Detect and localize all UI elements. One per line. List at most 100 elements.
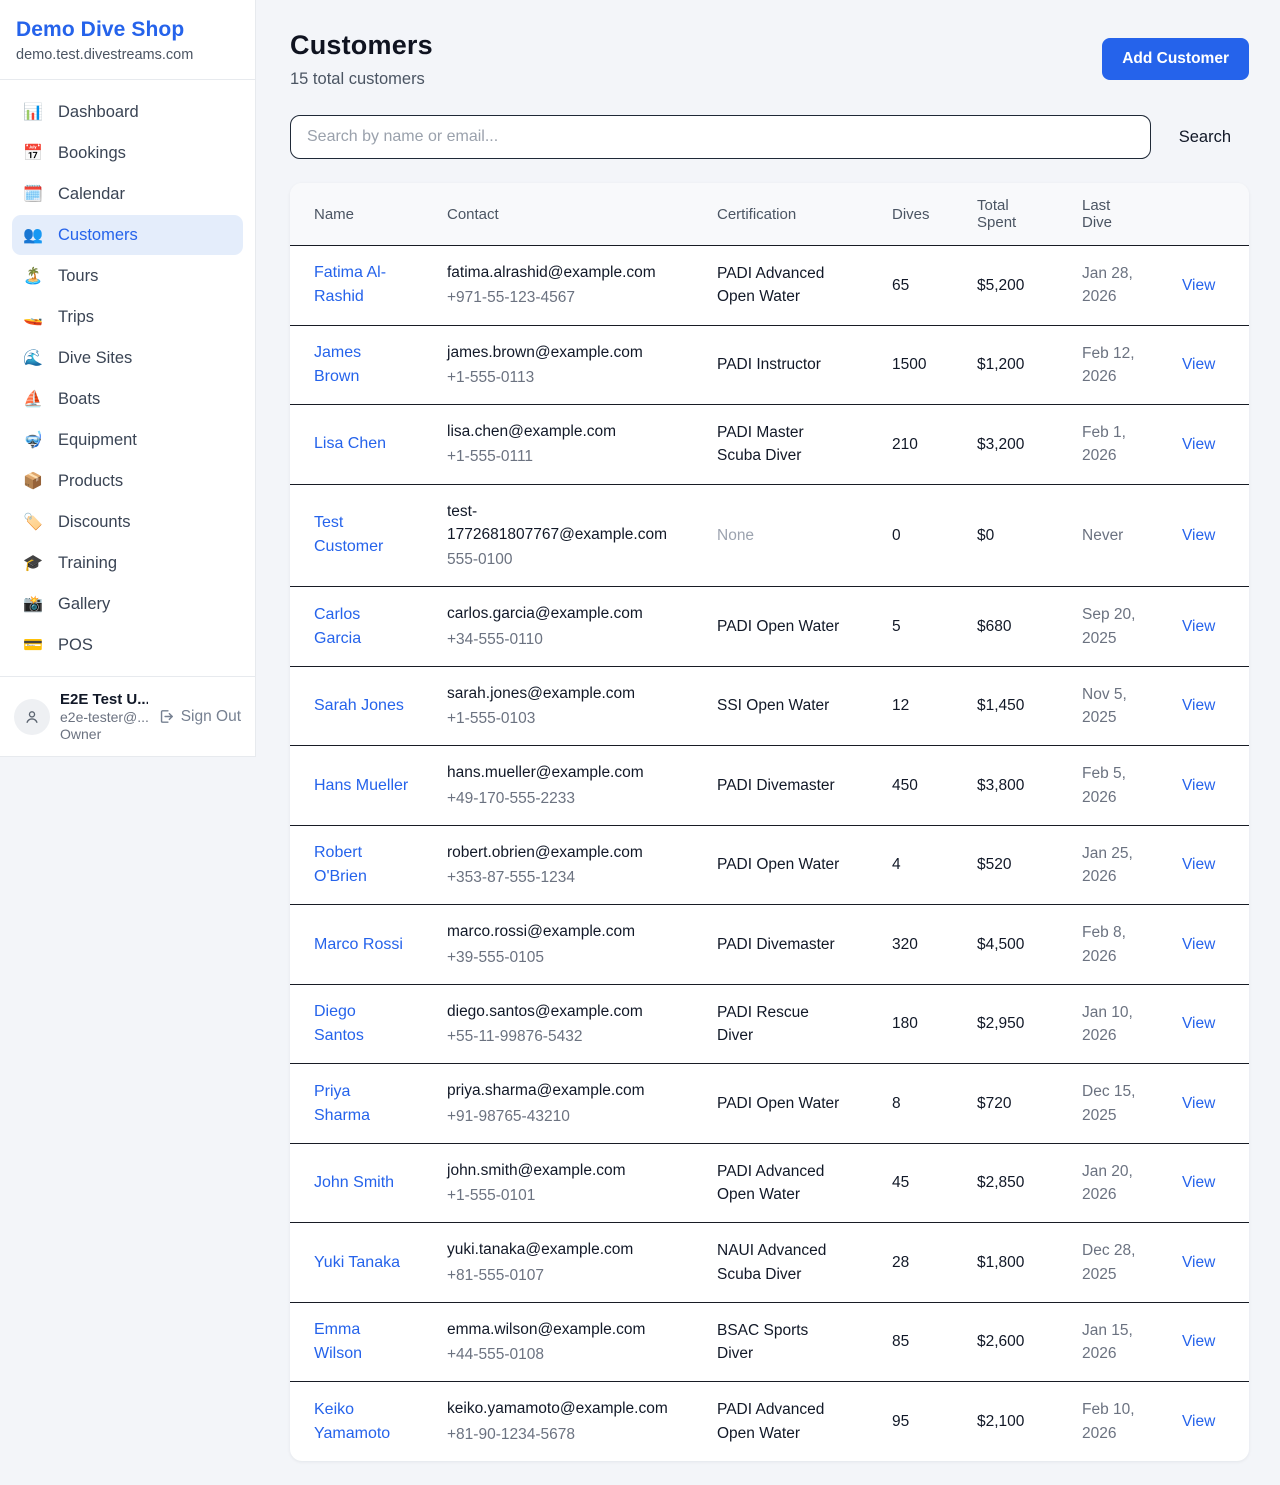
sidebar-item-calendar[interactable]: 🗓️ Calendar <box>12 174 243 214</box>
view-customer-link[interactable]: View <box>1182 1413 1215 1430</box>
customer-certification: None <box>717 524 842 547</box>
view-customer-link[interactable]: View <box>1182 618 1215 635</box>
table-row: Robert O'Brien robert.obrien@example.com… <box>290 825 1249 905</box>
view-customer-link[interactable]: View <box>1182 777 1215 794</box>
view-customer-link[interactable]: View <box>1182 436 1215 453</box>
cell-dives: 1500 <box>880 325 965 405</box>
customer-name-link[interactable]: Lisa Chen <box>314 432 386 456</box>
sidebar-item-label: Equipment <box>58 431 137 450</box>
view-customer-link[interactable]: View <box>1182 936 1215 953</box>
customer-name-link[interactable]: James Brown <box>314 341 410 389</box>
view-customer-link[interactable]: View <box>1182 856 1215 873</box>
sidebar-item-pos[interactable]: 💳 POS <box>12 625 243 665</box>
cell-contact: keiko.yamamoto@example.com +81-90-1234-5… <box>435 1382 705 1461</box>
logout-icon <box>158 708 175 725</box>
customer-name-link[interactable]: Sarah Jones <box>314 694 404 718</box>
cell-total-spent: $4,500 <box>965 905 1070 985</box>
cell-name: Hans Mueller <box>290 746 435 826</box>
customer-dives: 85 <box>892 1333 909 1350</box>
customer-last-dive: Jan 15, 2026 <box>1082 1322 1133 1362</box>
sidebar-item-boats[interactable]: ⛵ Boats <box>12 379 243 419</box>
view-customer-link[interactable]: View <box>1182 527 1215 544</box>
cell-actions: View <box>1170 405 1249 485</box>
cell-total-spent: $2,850 <box>965 1143 1070 1223</box>
customer-name-link[interactable]: John Smith <box>314 1171 394 1195</box>
customer-name-link[interactable]: Hans Mueller <box>314 774 408 798</box>
customer-phone: 555-0100 <box>447 548 693 571</box>
customer-phone: +1-555-0101 <box>447 1184 693 1207</box>
customer-last-dive: Nov 5, 2025 <box>1082 686 1127 726</box>
nav-icon: ⛵ <box>22 389 44 409</box>
customer-phone: +1-555-0103 <box>447 707 693 730</box>
sidebar-item-discounts[interactable]: 🏷️ Discounts <box>12 502 243 542</box>
customer-certification: PADI Rescue Diver <box>717 1001 842 1048</box>
view-customer-link[interactable]: View <box>1182 697 1215 714</box>
customer-name-link[interactable]: Marco Rossi <box>314 933 403 957</box>
shop-header: Demo Dive Shop demo.test.divestreams.com <box>0 0 255 80</box>
cell-last-dive: Jan 28, 2026 <box>1070 246 1170 326</box>
add-customer-button[interactable]: Add Customer <box>1102 38 1249 80</box>
view-customer-link[interactable]: View <box>1182 1095 1215 1112</box>
customer-name-link[interactable]: Emma Wilson <box>314 1318 410 1366</box>
view-customer-link[interactable]: View <box>1182 1254 1215 1271</box>
view-customer-link[interactable]: View <box>1182 1015 1215 1032</box>
customer-total-spent: $2,600 <box>977 1333 1024 1350</box>
sidebar-item-training[interactable]: 🎓 Training <box>12 543 243 583</box>
cell-last-dive: Dec 28, 2025 <box>1070 1223 1170 1303</box>
nav-icon: 🏷️ <box>22 512 44 532</box>
table-row: Yuki Tanaka yuki.tanaka@example.com +81-… <box>290 1223 1249 1303</box>
cell-name: Yuki Tanaka <box>290 1223 435 1303</box>
cell-certification: PADI Open Water <box>705 587 880 667</box>
customer-last-dive: Feb 1, 2026 <box>1082 424 1126 464</box>
table-row: Test Customer test-1772681807767@example… <box>290 484 1249 587</box>
nav-icon: 📦 <box>22 471 44 491</box>
customer-phone: +81-555-0107 <box>447 1264 693 1287</box>
table-row: James Brown james.brown@example.com +1-5… <box>290 325 1249 405</box>
nav-icon: 🤿 <box>22 430 44 450</box>
sidebar-item-dashboard[interactable]: 📊 Dashboard <box>12 92 243 132</box>
sidebar-item-dive-sites[interactable]: 🌊 Dive Sites <box>12 338 243 378</box>
sidebar-item-label: Discounts <box>58 513 130 532</box>
sidebar-item-equipment[interactable]: 🤿 Equipment <box>12 420 243 460</box>
sidebar-item-trips[interactable]: 🚤 Trips <box>12 297 243 337</box>
cell-total-spent: $1,200 <box>965 325 1070 405</box>
customer-name-link[interactable]: Priya Sharma <box>314 1080 410 1128</box>
cell-name: Fatima Al-Rashid <box>290 246 435 326</box>
view-customer-link[interactable]: View <box>1182 1333 1215 1350</box>
cell-last-dive: Feb 8, 2026 <box>1070 905 1170 985</box>
cell-certification: PADI Open Water <box>705 825 880 905</box>
cell-name: Lisa Chen <box>290 405 435 485</box>
cell-contact: james.brown@example.com +1-555-0113 <box>435 325 705 405</box>
sidebar-item-customers[interactable]: 👥 Customers <box>12 215 243 255</box>
customer-name-link[interactable]: Test Customer <box>314 511 410 559</box>
nav-icon: 🗓️ <box>22 184 44 204</box>
cell-name: Sarah Jones <box>290 666 435 746</box>
sign-out-button[interactable]: Sign Out <box>158 708 241 726</box>
customer-certification: NAUI Advanced Scuba Diver <box>717 1239 842 1286</box>
customer-total-spent: $1,200 <box>977 356 1024 373</box>
customer-name-link[interactable]: Keiko Yamamoto <box>314 1398 410 1446</box>
cell-actions: View <box>1170 587 1249 667</box>
customer-name-link[interactable]: Carlos Garcia <box>314 603 410 651</box>
view-customer-link[interactable]: View <box>1182 356 1215 373</box>
customer-name-link[interactable]: Robert O'Brien <box>314 841 410 889</box>
view-customer-link[interactable]: View <box>1182 277 1215 294</box>
search-input[interactable] <box>290 115 1151 159</box>
sidebar-item-bookings[interactable]: 📅 Bookings <box>12 133 243 173</box>
page-title-block: Customers 15 total customers <box>290 30 433 89</box>
sidebar-item-gallery[interactable]: 📸 Gallery <box>12 584 243 624</box>
customer-name-link[interactable]: Diego Santos <box>314 1000 410 1048</box>
sidebar-item-tours[interactable]: 🏝️ Tours <box>12 256 243 296</box>
customer-total-spent: $1,450 <box>977 697 1024 714</box>
cell-name: Emma Wilson <box>290 1302 435 1382</box>
customer-last-dive: Sep 20, 2025 <box>1082 606 1135 646</box>
customer-name-link[interactable]: Yuki Tanaka <box>314 1251 400 1275</box>
cell-dives: 180 <box>880 984 965 1064</box>
search-button[interactable]: Search <box>1179 128 1231 147</box>
customer-dives: 5 <box>892 618 901 635</box>
customer-last-dive: Never <box>1082 527 1123 544</box>
view-customer-link[interactable]: View <box>1182 1174 1215 1191</box>
sidebar-item-products[interactable]: 📦 Products <box>12 461 243 501</box>
customer-name-link[interactable]: Fatima Al-Rashid <box>314 261 410 309</box>
customer-dives: 45 <box>892 1174 909 1191</box>
